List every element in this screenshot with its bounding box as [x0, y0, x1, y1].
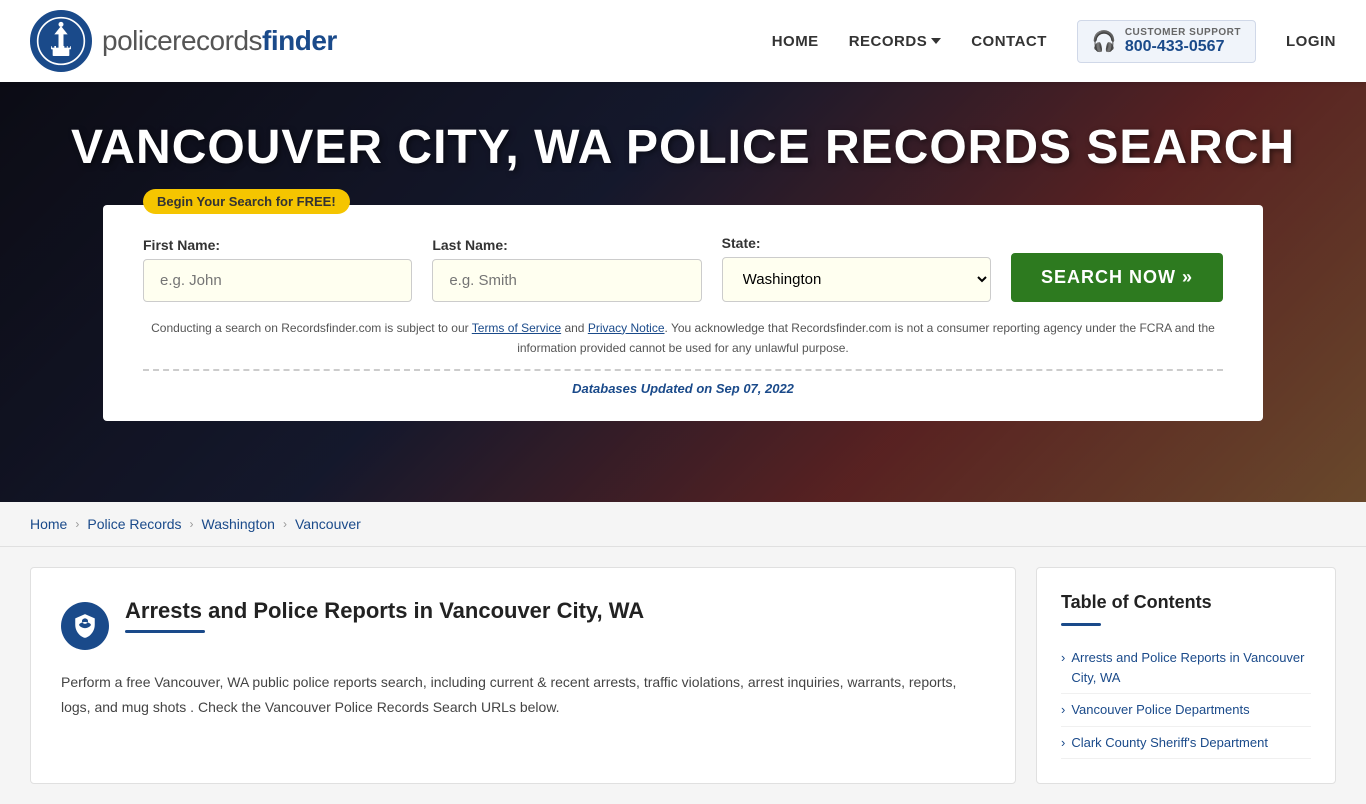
db-updated-date: Sep 07, 2022 [716, 381, 794, 396]
headset-icon: 🎧 [1092, 29, 1117, 54]
first-name-label: First Name: [143, 237, 412, 253]
toc-link[interactable]: Clark County Sheriff's Department [1071, 733, 1268, 753]
toc-list: › Arrests and Police Reports in Vancouve… [1061, 642, 1311, 759]
db-updated: Databases Updated on Sep 07, 2022 [143, 369, 1223, 396]
content-area: Arrests and Police Reports in Vancouver … [0, 547, 1366, 804]
breadcrumb-sep-1: › [75, 517, 79, 531]
free-badge: Begin Your Search for FREE! [143, 189, 350, 214]
nav-login[interactable]: LOGIN [1286, 33, 1336, 50]
sidebar: Table of Contents › Arrests and Police R… [1036, 567, 1336, 784]
nav-home[interactable]: HOME [772, 33, 819, 50]
toc-arrow-icon: › [1061, 702, 1065, 717]
support-box[interactable]: 🎧 CUSTOMER SUPPORT 800-433-0567 [1077, 20, 1256, 63]
hero-title: VANCOUVER CITY, WA POLICE RECORDS SEARCH [71, 122, 1295, 175]
logo-icon [30, 10, 92, 72]
privacy-link[interactable]: Privacy Notice [588, 321, 665, 335]
badge-icon [61, 602, 109, 650]
state-label: State: [722, 235, 991, 251]
support-number: 800-433-0567 [1125, 38, 1241, 56]
state-group: State: Washington [722, 235, 991, 302]
breadcrumb-police-records[interactable]: Police Records [87, 516, 181, 532]
toc-link[interactable]: Arrests and Police Reports in Vancouver … [1071, 648, 1311, 687]
main-content: Arrests and Police Reports in Vancouver … [30, 567, 1016, 784]
nav-records[interactable]: RECORDS [849, 33, 942, 50]
breadcrumb-current: Vancouver [295, 516, 361, 532]
terms-link[interactable]: Terms of Service [472, 321, 561, 335]
last-name-input[interactable] [432, 259, 701, 302]
support-label: CUSTOMER SUPPORT [1125, 27, 1241, 38]
toc-item: › Vancouver Police Departments [1061, 694, 1311, 727]
toc-title: Table of Contents [1061, 592, 1311, 613]
hero-section: VANCOUVER CITY, WA POLICE RECORDS SEARCH… [0, 82, 1366, 502]
search-fields: First Name: Last Name: State: Washington… [143, 235, 1223, 302]
breadcrumb-sep-2: › [190, 517, 194, 531]
article-header: Arrests and Police Reports in Vancouver … [61, 598, 985, 650]
toc-arrow-icon: › [1061, 650, 1065, 665]
nav-contact[interactable]: CONTACT [971, 33, 1047, 50]
chevron-down-icon [931, 38, 941, 44]
first-name-group: First Name: [143, 237, 412, 302]
disclaimer-text: Conducting a search on Recordsfinder.com… [143, 318, 1223, 359]
breadcrumb-home[interactable]: Home [30, 516, 67, 532]
breadcrumb-sep-3: › [283, 517, 287, 531]
state-select[interactable]: Washington [722, 257, 991, 302]
search-container: Begin Your Search for FREE! First Name: … [103, 205, 1263, 421]
toc-underline [1061, 623, 1101, 626]
site-header: policerecordsfinder HOME RECORDS CONTACT… [0, 0, 1366, 82]
first-name-input[interactable] [143, 259, 412, 302]
breadcrumb: Home › Police Records › Washington › Van… [0, 502, 1366, 547]
toc-arrow-icon: › [1061, 735, 1065, 750]
toc-item: › Clark County Sheriff's Department [1061, 727, 1311, 760]
search-button[interactable]: SEARCH NOW » [1011, 253, 1223, 302]
toc-link[interactable]: Vancouver Police Departments [1071, 700, 1249, 720]
last-name-label: Last Name: [432, 237, 701, 253]
article-body: Perform a free Vancouver, WA public poli… [61, 670, 985, 720]
article-title: Arrests and Police Reports in Vancouver … [125, 598, 644, 624]
article-title-underline [125, 630, 205, 633]
logo-text: policerecordsfinder [102, 25, 337, 57]
main-nav: HOME RECORDS CONTACT 🎧 CUSTOMER SUPPORT … [772, 20, 1336, 63]
logo-area: policerecordsfinder [30, 10, 337, 72]
toc-item: › Arrests and Police Reports in Vancouve… [1061, 642, 1311, 694]
last-name-group: Last Name: [432, 237, 701, 302]
breadcrumb-washington[interactable]: Washington [202, 516, 275, 532]
